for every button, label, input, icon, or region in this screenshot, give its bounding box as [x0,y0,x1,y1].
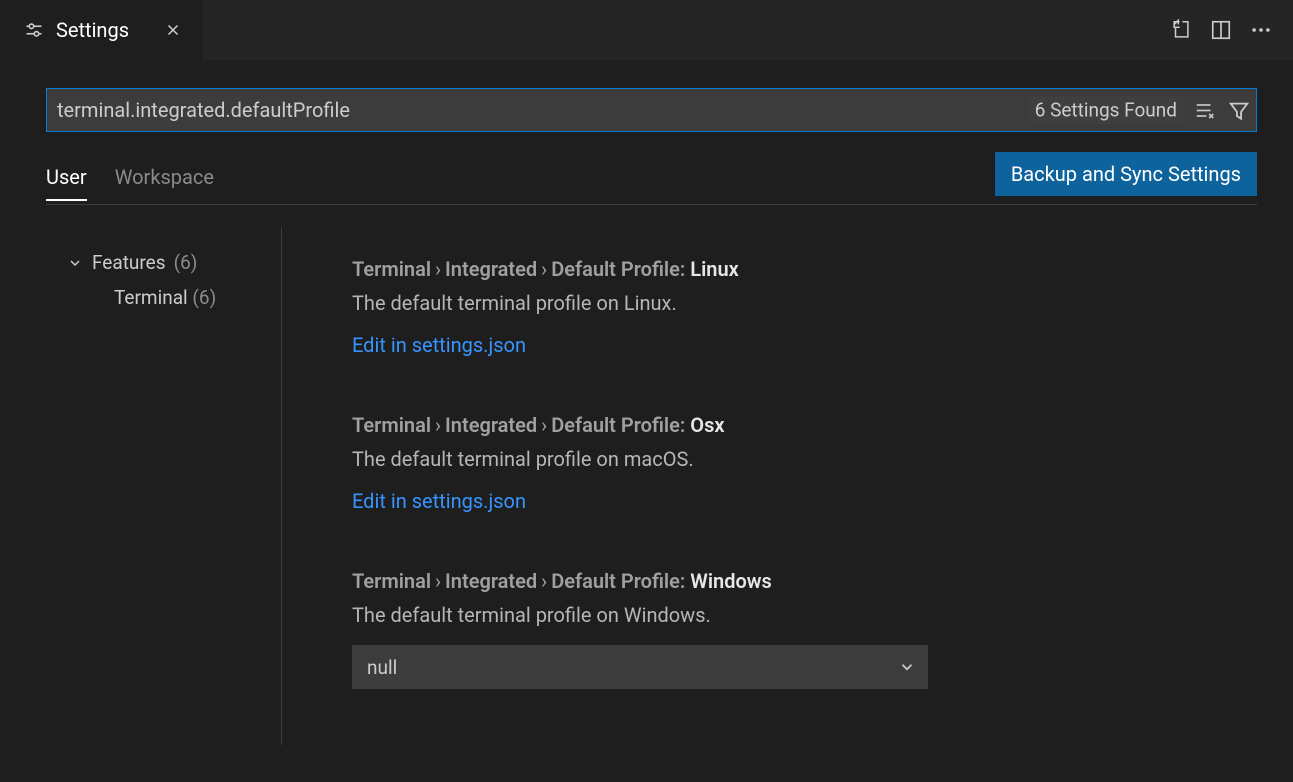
setting-description: The default terminal profile on Windows. [352,603,1257,627]
setting-title: Terminal›Integrated›Default Profile: Win… [352,569,1257,593]
setting-default-profile-osx: Terminal›Integrated›Default Profile: Osx… [352,413,1257,513]
setting-description: The default terminal profile on macOS. [352,447,1257,471]
settings-tree: Features (6) Terminal (6) [46,227,282,745]
filter-icon[interactable] [1227,98,1251,122]
edit-in-settings-json-link[interactable]: Edit in settings.json [352,489,526,513]
tab-label: Settings [56,18,129,42]
settings-list: Terminal›Integrated›Default Profile: Lin… [282,227,1257,745]
tree-count: (6) [174,251,198,274]
more-actions-icon[interactable] [1249,18,1273,42]
setting-default-profile-windows: Terminal›Integrated›Default Profile: Win… [352,569,1257,689]
tree-count: (6) [192,286,216,309]
close-icon[interactable] [161,18,185,42]
setting-description: The default terminal profile on Linux. [352,291,1257,315]
tab-user[interactable]: User [46,157,87,201]
search-row: 6 Settings Found [46,88,1257,132]
default-profile-windows-select[interactable]: null [352,645,928,689]
setting-title: Terminal›Integrated›Default Profile: Osx [352,413,1257,437]
tab-settings[interactable]: Settings [0,0,203,60]
open-changes-icon[interactable] [1169,18,1193,42]
tab-workspace[interactable]: Workspace [115,157,214,201]
tree-label: Features [92,251,166,274]
scope-row: User Workspace Backup and Sync Settings [46,152,1257,205]
tab-bar: Settings [0,0,1293,60]
split-editor-icon[interactable] [1209,18,1233,42]
chevron-down-icon [66,254,84,272]
setting-default-profile-linux: Terminal›Integrated›Default Profile: Lin… [352,257,1257,357]
tree-item-features[interactable]: Features (6) [66,245,281,280]
settings-icon [24,20,44,40]
tree-label: Terminal [114,286,188,309]
tree-item-terminal[interactable]: Terminal (6) [66,280,281,315]
setting-title: Terminal›Integrated›Default Profile: Lin… [352,257,1257,281]
results-count: 6 Settings Found [1029,97,1183,124]
clear-search-icon[interactable] [1193,98,1217,122]
edit-in-settings-json-link[interactable]: Edit in settings.json [352,333,526,357]
backup-sync-button[interactable]: Backup and Sync Settings [995,152,1257,196]
